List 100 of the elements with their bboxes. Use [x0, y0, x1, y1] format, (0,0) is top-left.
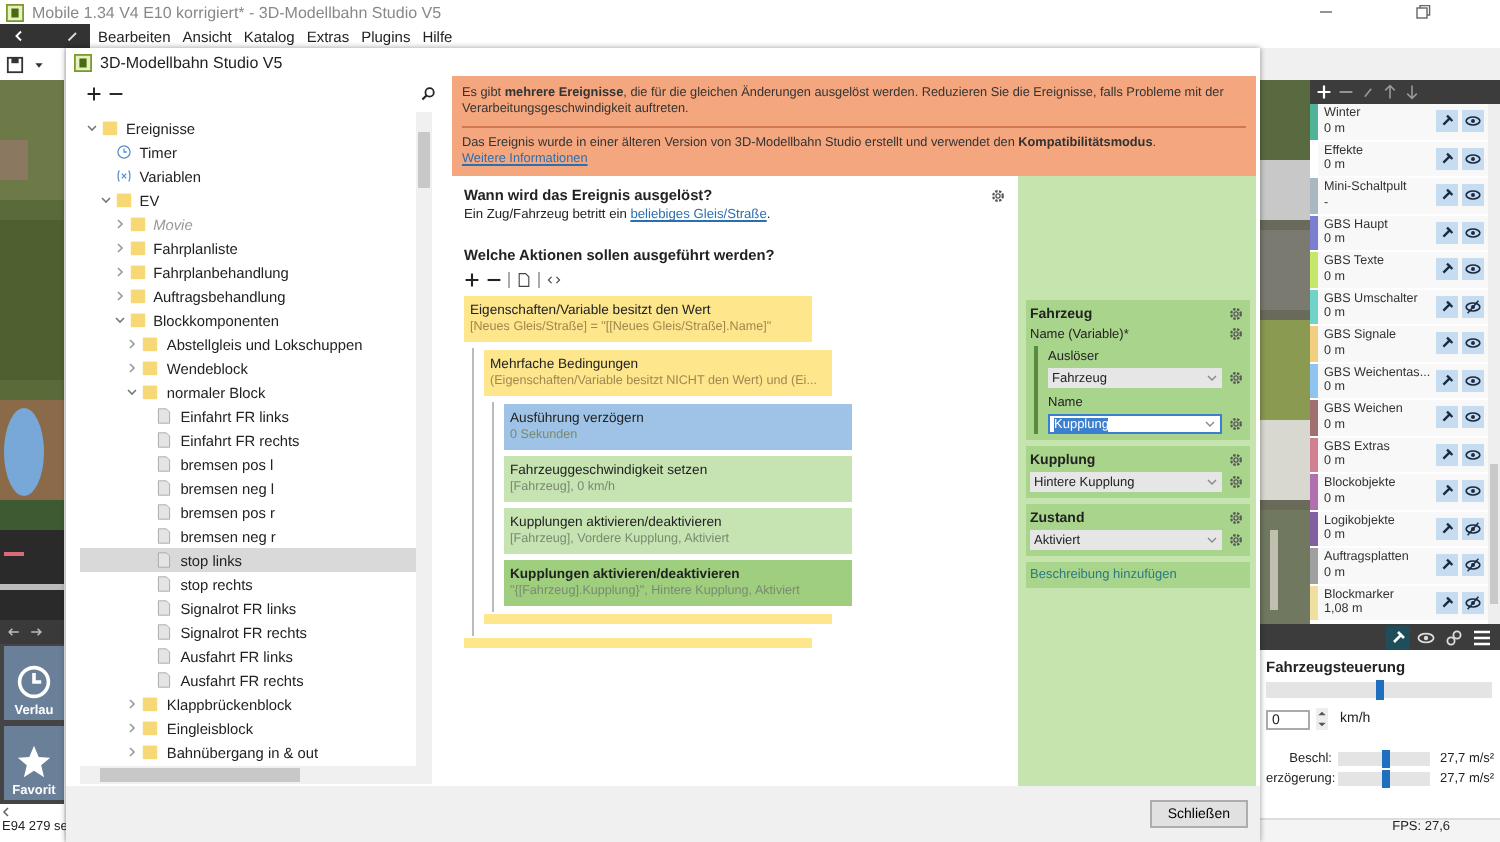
- slider-thumb[interactable]: [1375, 680, 1383, 700]
- caret-icon: [1206, 534, 1218, 546]
- expanded-chevron-icon[interactable]: [113, 314, 126, 326]
- menu-icon: [1472, 627, 1492, 647]
- pin-icon: [1438, 186, 1456, 205]
- up-arrow-icon[interactable]: [1382, 84, 1398, 100]
- crossed-eye-icon: [1464, 593, 1482, 612]
- pin-button[interactable]: [1436, 295, 1458, 318]
- eye-button[interactable]: [1462, 221, 1484, 244]
- pin-icon: [1438, 556, 1456, 575]
- expanded-chevron-icon[interactable]: [86, 122, 98, 134]
- caret-icon: [1206, 476, 1218, 488]
- hidden-eye-button[interactable]: [1462, 591, 1484, 614]
- eye-button[interactable]: [1462, 443, 1484, 466]
- pencil-icon[interactable]: [63, 26, 78, 46]
- eye-icon: [1464, 371, 1482, 390]
- slider-track[interactable]: [1338, 772, 1430, 786]
- pin-button[interactable]: [1436, 406, 1458, 429]
- pin-button[interactable]: [1436, 332, 1458, 355]
- pin-icon: [1438, 297, 1456, 316]
- eye-button[interactable]: [1462, 369, 1484, 392]
- pin-icon: [1438, 260, 1456, 279]
- pin-button[interactable]: [1436, 554, 1458, 577]
- pin-button[interactable]: [1436, 258, 1458, 281]
- down-arrow-icon[interactable]: [1404, 84, 1420, 100]
- pin-button[interactable]: [1436, 147, 1458, 170]
- save-icon[interactable]: [6, 55, 24, 73]
- pin-button[interactable]: [1436, 591, 1458, 614]
- pin-icon: [1438, 482, 1456, 501]
- crossed-eye-icon: [1464, 556, 1482, 575]
- eye-button[interactable]: [1462, 480, 1484, 503]
- app-icon: [74, 53, 92, 71]
- gear-icon[interactable]: [990, 187, 1006, 203]
- link-button[interactable]: [1442, 625, 1466, 649]
- scrollbar[interactable]: [1488, 104, 1500, 624]
- eye-icon: [1464, 186, 1482, 205]
- menu-button[interactable]: [1470, 625, 1494, 649]
- pin-icon: [1438, 445, 1456, 464]
- pin-button[interactable]: [1436, 221, 1458, 244]
- gear-icon[interactable]: [1228, 370, 1244, 386]
- pin-icon: [1438, 223, 1456, 242]
- slider-thumb[interactable]: [1381, 750, 1390, 768]
- slider-track[interactable]: [1338, 752, 1430, 766]
- caret-icon: [1206, 372, 1218, 384]
- speed-slider[interactable]: [1266, 682, 1492, 698]
- pin-button[interactable]: [1436, 480, 1458, 503]
- caret-icon: [1204, 418, 1216, 430]
- eye-button[interactable]: [1462, 332, 1484, 355]
- hidden-eye-button[interactable]: [1462, 517, 1484, 540]
- star-icon: [16, 744, 52, 780]
- eye-button[interactable]: [1462, 110, 1484, 133]
- expanded-chevron-icon[interactable]: [99, 194, 112, 206]
- spin-buttons[interactable]: [1316, 708, 1328, 730]
- pin-icon: [1438, 408, 1456, 427]
- back-icon[interactable]: [12, 26, 27, 46]
- pin-button[interactable]: [1436, 517, 1458, 540]
- clock-icon: [115, 144, 132, 160]
- eye-button[interactable]: [1462, 406, 1484, 429]
- scrollbar[interactable]: [80, 766, 432, 784]
- eye-icon: [1464, 223, 1482, 242]
- variable-icon: [115, 168, 132, 184]
- search-icon[interactable]: [420, 86, 436, 102]
- pin-button[interactable]: [1386, 625, 1410, 649]
- expanded-chevron-icon[interactable]: [126, 386, 139, 398]
- eye-icon: [1464, 260, 1482, 279]
- eye-button[interactable]: [1462, 184, 1484, 207]
- eye-icon: [1464, 408, 1482, 427]
- pin-button[interactable]: [1436, 110, 1458, 133]
- plus-icon[interactable]: [464, 272, 480, 288]
- eye-icon: [1464, 482, 1482, 501]
- eye-icon: [1464, 334, 1482, 353]
- eye-icon: [1464, 112, 1482, 131]
- gear-icon[interactable]: [1228, 416, 1244, 432]
- plus-icon[interactable]: [86, 86, 102, 102]
- pin-button[interactable]: [1436, 443, 1458, 466]
- scroll-left-icon[interactable]: [0, 806, 12, 818]
- eye-icon: [1416, 627, 1436, 647]
- pin-icon: [1438, 593, 1456, 612]
- hidden-eye-button[interactable]: [1462, 554, 1484, 577]
- crossed-eye-icon: [1464, 297, 1482, 316]
- pin-icon: [1388, 627, 1408, 647]
- restore-icon[interactable]: [1412, 2, 1432, 22]
- eye-icon: [1464, 445, 1482, 464]
- scrollbar[interactable]: [416, 112, 432, 766]
- forward-arrow-icon[interactable]: [28, 624, 44, 640]
- document-icon[interactable]: [516, 272, 532, 288]
- eye-button[interactable]: [1462, 258, 1484, 281]
- back-arrow-icon[interactable]: [6, 624, 22, 640]
- slider-thumb[interactable]: [1381, 770, 1390, 788]
- code-icon[interactable]: [546, 272, 562, 288]
- pin-icon: [1438, 334, 1456, 353]
- pin-icon: [1438, 371, 1456, 390]
- app-icon: [6, 3, 24, 21]
- eye-icon: [1464, 149, 1482, 168]
- pin-button[interactable]: [1436, 184, 1458, 207]
- pin-icon: [1438, 149, 1456, 168]
- pin-button[interactable]: [1436, 369, 1458, 392]
- eye-button[interactable]: [1462, 147, 1484, 170]
- crossed-eye-icon: [1464, 519, 1482, 538]
- hidden-eye-button[interactable]: [1462, 295, 1484, 318]
